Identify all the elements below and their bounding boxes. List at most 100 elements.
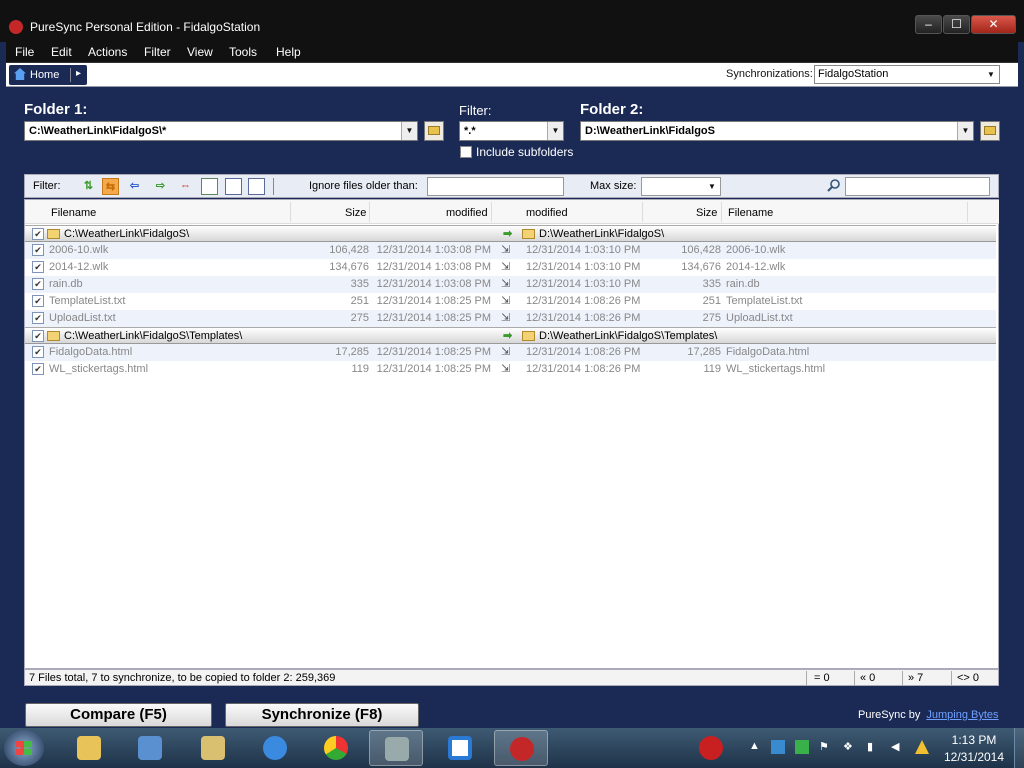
- right-size: 106,428: [681, 244, 721, 256]
- both-panes-icon[interactable]: [248, 178, 265, 195]
- ie-icon[interactable]: [248, 730, 302, 766]
- conflict-icon[interactable]: ⇔: [177, 178, 194, 195]
- status-separator: [951, 671, 952, 685]
- folder2-label: Folder 2:: [580, 101, 644, 118]
- file-row[interactable]: ✔ 2006-10.wlk 106,428 12/31/2014 1:03:08 PM…: [25, 242, 996, 259]
- file-row[interactable]: ✔ WL_stickertags.html 119 12/31/2014 1:08:2…: [25, 361, 996, 378]
- flag-icon[interactable]: ⚑: [819, 740, 833, 754]
- volume-icon[interactable]: ◀: [891, 740, 905, 754]
- sync-tray-icon[interactable]: [771, 740, 785, 754]
- max-size-select[interactable]: ▼: [641, 177, 721, 196]
- check-tray-icon[interactable]: [795, 740, 809, 754]
- home-button[interactable]: Home ▸: [9, 65, 87, 85]
- chevron-down-icon[interactable]: ▼: [957, 122, 973, 140]
- menu-view[interactable]: View: [187, 45, 213, 59]
- chevron-down-icon[interactable]: ▼: [704, 178, 720, 195]
- arrow-right-icon[interactable]: ⇨: [152, 178, 169, 195]
- header-separator: [290, 202, 291, 222]
- sync-both-icon[interactable]: ⇅: [80, 178, 97, 195]
- copy-left-right-icon[interactable]: ⇆: [102, 178, 119, 195]
- weatherlink-icon[interactable]: [369, 730, 423, 766]
- synchronize-button[interactable]: Synchronize (F8): [225, 703, 419, 727]
- right-size: 335: [702, 278, 721, 290]
- close-button[interactable]: ✕: [971, 15, 1016, 34]
- minimize-button[interactable]: –: [915, 15, 942, 34]
- file-row[interactable]: ✔ FidalgoData.html 17,285 12/31/2014 1:08:2…: [25, 344, 996, 361]
- right-filename: WL_stickertags.html: [726, 363, 826, 375]
- menu-help[interactable]: Help: [276, 45, 301, 59]
- arrow-left-icon[interactable]: ⇦: [126, 178, 143, 195]
- menu-edit[interactable]: Edit: [51, 45, 72, 59]
- file-row[interactable]: ✔ rain.db 335 12/31/2014 1:03:08 PM ⇲ 12/31/2…: [25, 276, 996, 293]
- col-right-filename[interactable]: Filename: [728, 207, 773, 219]
- folder2-value: D:\WeatherLink\FidalgoS: [585, 125, 715, 137]
- chevron-right-icon[interactable]: ▸: [76, 68, 81, 79]
- checkbox-box[interactable]: [460, 146, 472, 158]
- folder1-value: C:\WeatherLink\FidalgoS\*: [29, 125, 167, 137]
- clock[interactable]: 1:13 PM 12/31/2014: [938, 732, 1010, 766]
- home-separator: [70, 68, 71, 82]
- compare-button[interactable]: Compare (F5): [25, 703, 212, 727]
- mcafee-icon[interactable]: [684, 730, 738, 766]
- maximize-button[interactable]: ☐: [943, 15, 970, 34]
- google-drive-icon[interactable]: [915, 740, 929, 754]
- folder-bar: Folder 1: C:\WeatherLink\FidalgoS\* ▼ Fi…: [6, 87, 1018, 172]
- search-input[interactable]: [845, 177, 990, 196]
- folder-row[interactable]: ✔ C:\WeatherLink\FidalgoS\Templates\ ➡ D:\W…: [25, 327, 996, 344]
- menu-actions[interactable]: Actions: [88, 45, 127, 59]
- left-pane-icon[interactable]: [201, 178, 218, 195]
- app-window: PureSync Personal Edition - FidalgoStati…: [0, 0, 1024, 728]
- file-row[interactable]: ✔ TemplateList.txt 251 12/31/2014 1:08:25 P…: [25, 293, 996, 310]
- arrow-right-icon[interactable]: ➡: [503, 228, 515, 240]
- menu-filter[interactable]: Filter: [144, 45, 171, 59]
- chevron-down-icon[interactable]: ▼: [547, 122, 563, 140]
- toolbar-separator: [273, 178, 274, 195]
- show-hidden-icons-icon[interactable]: ▲: [749, 740, 763, 754]
- arrow-right-icon[interactable]: ➡: [503, 330, 515, 342]
- system-tray: ▲ ⚑ ❖ ▮ ◀: [745, 728, 935, 768]
- file-row[interactable]: ✔ 2014-12.wlk 134,676 12/31/2014 1:03:08 PM…: [25, 259, 996, 276]
- network-signal-icon[interactable]: ▮: [867, 740, 881, 754]
- synchronizations-value: FidalgoStation: [818, 68, 889, 80]
- show-desktop-button[interactable]: [1014, 728, 1024, 768]
- col-left-modified[interactable]: modified: [446, 207, 488, 219]
- right-folder-path: D:\WeatherLink\FidalgoS\: [539, 228, 665, 240]
- menu-tools[interactable]: Tools: [229, 45, 257, 59]
- folder-row[interactable]: ✔ C:\WeatherLink\FidalgoS\ ➡ D:\WeatherLink…: [25, 225, 996, 242]
- chrome-icon[interactable]: [309, 730, 363, 766]
- status-newer-count: » 7: [908, 672, 924, 684]
- puresync-icon[interactable]: [494, 730, 548, 766]
- title-bar: PureSync Personal Edition - FidalgoStati…: [0, 0, 1024, 42]
- file-row[interactable]: ✔ UploadList.txt 275 12/31/2014 1:08:25 PM ⇲…: [25, 310, 996, 327]
- taskbar: ▲ ⚑ ❖ ▮ ◀ 1:13 PM 12/31/2014: [0, 728, 1024, 768]
- right-pane-icon[interactable]: [225, 178, 242, 195]
- folder2-combo[interactable]: D:\WeatherLink\FidalgoS ▼: [580, 121, 974, 141]
- col-left-filename[interactable]: Filename: [51, 207, 96, 219]
- menu-file[interactable]: File: [15, 45, 34, 59]
- brand: PureSync by Jumping Bytes: [858, 709, 999, 721]
- ignore-older-input[interactable]: [427, 177, 564, 196]
- header-separator: [967, 202, 968, 222]
- outlook-icon[interactable]: [186, 730, 240, 766]
- jumping-bytes-link[interactable]: Jumping Bytes: [926, 709, 998, 721]
- filter-combo[interactable]: *.* ▼: [459, 121, 564, 141]
- dropbox-icon[interactable]: [433, 730, 487, 766]
- include-subfolders-checkbox[interactable]: Include subfolders: [460, 145, 573, 159]
- chevron-down-icon[interactable]: ▼: [401, 122, 417, 140]
- col-left-size[interactable]: Size: [345, 207, 366, 219]
- synchronizations-select[interactable]: FidalgoStation ▼: [814, 65, 1000, 84]
- folder2-browse-button[interactable]: [980, 121, 1000, 141]
- col-right-size[interactable]: Size: [696, 207, 717, 219]
- right-filename: 2006-10.wlk: [726, 244, 786, 256]
- folder1-combo[interactable]: C:\WeatherLink\FidalgoS\* ▼: [24, 121, 418, 141]
- explorer-icon[interactable]: [62, 730, 116, 766]
- folder1-browse-button[interactable]: [424, 121, 444, 141]
- network-icon[interactable]: [123, 730, 177, 766]
- action-bar: Compare (F5) Synchronize (F8) PureSync b…: [0, 687, 1024, 728]
- col-right-modified[interactable]: modified: [526, 207, 568, 219]
- search-icon[interactable]: [827, 178, 841, 192]
- start-button[interactable]: [4, 730, 44, 766]
- dropbox-tray-icon[interactable]: ❖: [843, 740, 857, 754]
- row-checkbox[interactable]: ✔: [32, 330, 44, 342]
- row-checkbox[interactable]: ✔: [32, 228, 44, 240]
